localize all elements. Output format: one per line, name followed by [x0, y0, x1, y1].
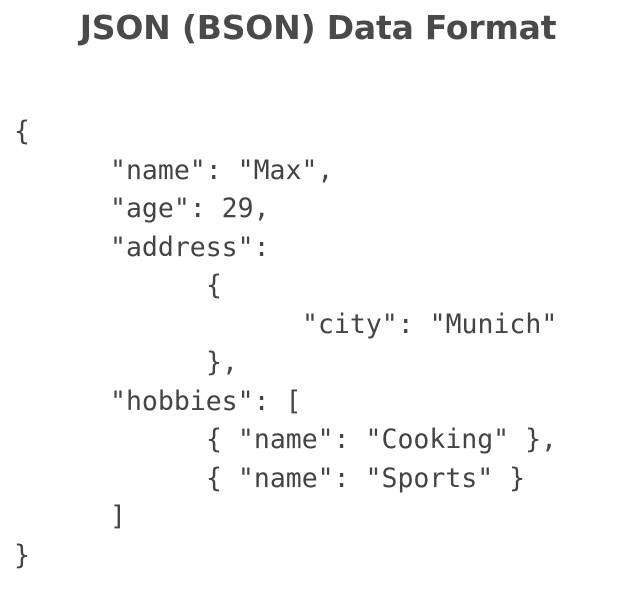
- code-line-address-key: "address":: [110, 231, 270, 263]
- code-line-address-open: {: [206, 270, 222, 301]
- code-line-city: "city": "Munich": [302, 308, 558, 340]
- code-line-address-close: },: [206, 347, 238, 378]
- code-line-hobby-sports: { "name": "Sports" }: [206, 462, 526, 494]
- code-line-name: "name": "Max",: [110, 154, 334, 186]
- code-line-close-brace: }: [14, 539, 30, 571]
- code-line-open-brace: {: [14, 116, 30, 147]
- page-title: JSON (BSON) Data Format: [79, 8, 557, 47]
- json-code-block: { "name": "Max", "age": 29, "address": {…: [14, 113, 557, 575]
- code-line-hobby-cooking: { "name": "Cooking" },: [206, 424, 557, 455]
- code-line-hobbies-close: ]: [110, 501, 126, 532]
- code-line-age: "age": 29,: [110, 193, 270, 224]
- code-line-hobbies-key: "hobbies": [: [110, 385, 302, 417]
